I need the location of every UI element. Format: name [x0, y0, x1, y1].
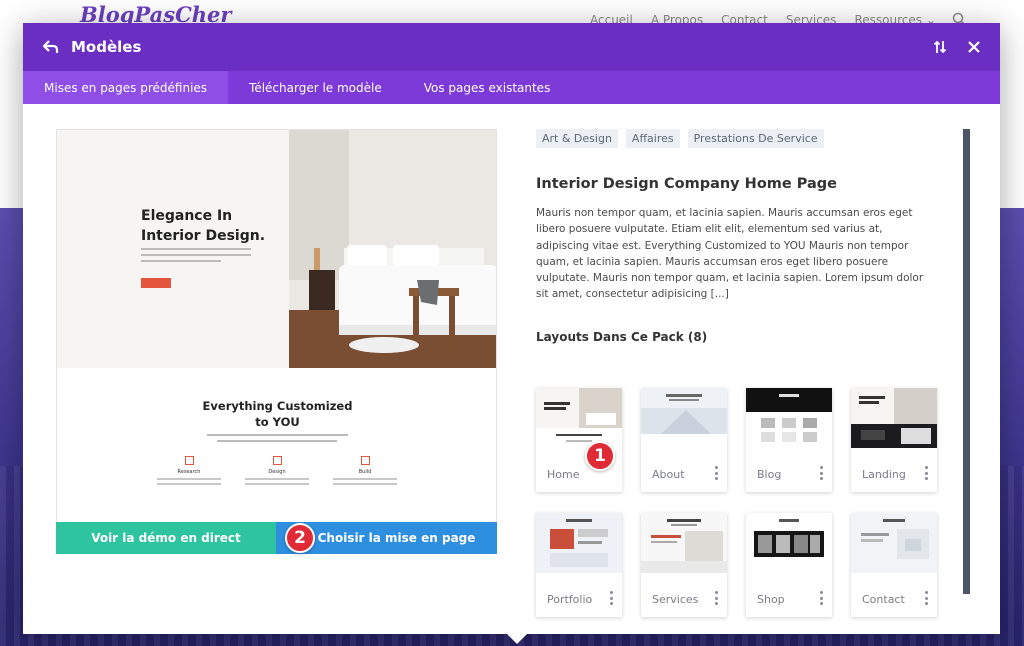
preview-section-title: Everything Customized to YOU	[57, 398, 496, 430]
layout-thumb-label: Portfolio	[547, 593, 593, 606]
thumb-preview-image	[746, 513, 832, 573]
layout-preview: Elegance In Interior Design. Everything …	[56, 129, 497, 554]
thumb-preview-image	[641, 388, 727, 448]
layout-description: Mauris non tempor quam, et lacinia sapie…	[536, 207, 924, 301]
preview-hero-text	[141, 248, 251, 266]
sort-arrows-icon	[933, 40, 947, 54]
sort-button[interactable]	[930, 37, 950, 57]
modal-tabs: Mises en pages prédéfinies Télécharger l…	[23, 71, 1000, 104]
more-options-icon[interactable]	[816, 589, 826, 607]
more-options-icon[interactable]	[816, 464, 826, 482]
layout-thumb-label: Contact	[862, 593, 905, 606]
thumb-preview-image	[536, 513, 622, 573]
bedroom-illustration	[289, 130, 496, 368]
layout-thumb-label: Shop	[757, 593, 785, 606]
modal-caret	[507, 634, 527, 644]
layout-thumb-portfolio[interactable]: Portfolio	[536, 513, 622, 617]
layout-thumb-label: About	[652, 468, 685, 481]
tag-affaires[interactable]: Affaires	[625, 129, 680, 148]
preview-column-title: Build	[358, 469, 372, 475]
tag-prestations[interactable]: Prestations De Service	[687, 129, 824, 148]
view-live-demo-button[interactable]: Voir la démo en direct	[56, 522, 276, 554]
preview-hero-button	[141, 278, 171, 288]
tab-upload-template[interactable]: Télécharger le modèle	[228, 71, 403, 104]
preview-text-line	[157, 478, 221, 480]
layout-thumb-landing[interactable]: Landing	[851, 388, 937, 492]
preview-section-text	[207, 434, 348, 446]
scrollbar[interactable]	[963, 129, 970, 594]
preview-column-build: Build	[333, 456, 397, 488]
layout-thumb-contact[interactable]: Contact	[851, 513, 937, 617]
back-arrow-icon	[43, 40, 59, 53]
preview-column-title: Design	[268, 469, 286, 475]
thumb-preview-image	[641, 513, 727, 573]
preview-hero-title: Elegance In Interior Design.	[141, 208, 266, 244]
tab-existing-pages[interactable]: Vos pages existantes	[403, 71, 572, 104]
preview-column-design: Design	[245, 456, 309, 488]
thumb-preview-image	[746, 388, 832, 448]
layout-thumb-label: Services	[652, 593, 699, 606]
layout-thumb-label: Home	[547, 468, 580, 481]
preview-text-line	[207, 434, 348, 436]
layout-thumb-services[interactable]: Services	[641, 513, 727, 617]
layouts-pack-title: Layouts Dans Ce Pack (8)	[536, 330, 708, 344]
research-icon	[184, 456, 194, 465]
preview-text-line	[245, 478, 309, 480]
preview-text-line	[141, 248, 251, 250]
tab-predefined-layouts[interactable]: Mises en pages prédéfinies	[23, 71, 229, 104]
layout-thumb-about[interactable]: About	[641, 388, 727, 492]
preview-text-line	[157, 483, 221, 485]
preview-text-line	[217, 440, 337, 442]
close-icon	[968, 41, 980, 53]
step-badge-2: 2	[285, 523, 315, 553]
layout-thumb-home[interactable]: Home	[536, 388, 622, 492]
more-options-icon[interactable]	[711, 464, 721, 482]
modal-body: Elegance In Interior Design. Everything …	[23, 104, 1000, 634]
preview-bedroom-image	[289, 130, 496, 368]
thumb-preview-image	[851, 513, 937, 573]
design-icon	[272, 456, 282, 465]
thumb-preview-image	[536, 388, 622, 448]
preview-features-section: Everything Customized to YOU Research De…	[57, 368, 496, 531]
back-button[interactable]	[39, 35, 63, 59]
preview-hero: Elegance In Interior Design.	[57, 130, 289, 368]
more-options-icon[interactable]	[606, 589, 616, 607]
layout-thumb-label: Landing	[862, 468, 906, 481]
preview-text-line	[333, 478, 397, 480]
thumb-preview-image	[851, 388, 937, 448]
step-badge-1: 1	[585, 441, 615, 471]
tag-art-design[interactable]: Art & Design	[536, 129, 618, 148]
modal-header: Modèles	[23, 23, 1000, 71]
more-options-icon[interactable]	[921, 589, 931, 607]
preview-text-line	[245, 483, 309, 485]
close-button[interactable]	[964, 37, 984, 57]
more-options-icon[interactable]	[921, 464, 931, 482]
modal-title: Modèles	[71, 38, 142, 56]
layout-title: Interior Design Company Home Page	[536, 176, 838, 192]
category-tags: Art & Design Affaires Prestations De Ser…	[536, 129, 824, 148]
more-options-icon[interactable]	[711, 589, 721, 607]
layout-thumb-label: Blog	[757, 468, 782, 481]
preview-column-title: Research	[177, 469, 201, 475]
preview-section-title-text: Everything Customized to YOU	[202, 399, 353, 429]
preview-text-line	[333, 483, 397, 485]
preview-column-research: Research	[157, 456, 221, 488]
templates-modal: Modèles Mises en pages prédéfinies Téléc…	[23, 23, 1000, 634]
layout-thumb-shop[interactable]: Shop	[746, 513, 832, 617]
build-icon	[360, 456, 370, 465]
preview-text-line	[141, 254, 251, 256]
layout-thumb-blog[interactable]: Blog	[746, 388, 832, 492]
preview-text-line	[141, 260, 221, 262]
